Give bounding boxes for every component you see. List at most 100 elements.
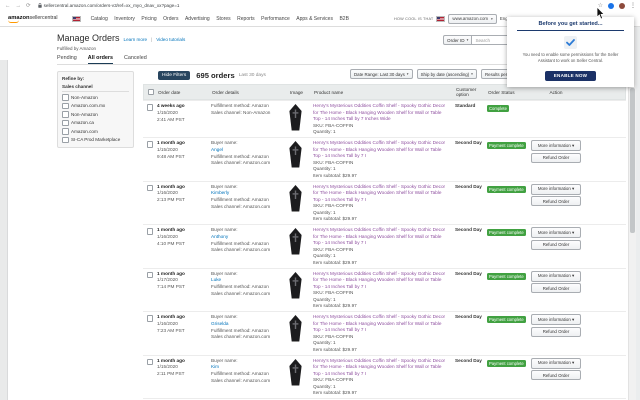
product-image-coffin[interactable] xyxy=(289,141,302,168)
forward-icon[interactable]: → xyxy=(16,3,22,9)
checkbox[interactable] xyxy=(62,94,69,101)
more-information-button[interactable]: More information ▾ xyxy=(531,358,581,369)
buyer-name-link[interactable]: Angel xyxy=(211,147,285,154)
channel-option[interactable]: Non-Amazon xyxy=(62,111,129,118)
tab-pending[interactable]: Pending xyxy=(57,55,77,64)
buyer-name-link[interactable]: Kimberly xyxy=(211,190,285,197)
product-image-coffin[interactable] xyxy=(289,228,302,255)
checkbox[interactable] xyxy=(62,137,69,144)
table-row: 1 month ago 1/15/2020 9:48 AM PST Buyer … xyxy=(143,137,626,181)
amazon-seller-central-logo[interactable]: amazonsellercentral xyxy=(8,15,58,23)
tab-all-orders[interactable]: All orders xyxy=(88,55,113,64)
marketplace-switcher[interactable]: www.amazon.com ▾ xyxy=(448,14,496,24)
channel-option[interactable]: Non-Amazon xyxy=(62,94,129,101)
more-information-button[interactable]: More information ▾ xyxy=(531,227,581,238)
product-title-link[interactable]: Henry's Mysterious Oddities Coffin Shelf… xyxy=(313,103,449,123)
product-sku: SKU: FBA-COFFIN xyxy=(313,377,449,384)
refund-order-button[interactable]: Refund Order xyxy=(531,196,581,206)
reload-icon[interactable]: ⟳ xyxy=(26,3,31,9)
search-type-dropdown[interactable]: Order ID ▾ xyxy=(443,35,472,45)
sort-dropdown[interactable]: Ship by date (ascending)▾ xyxy=(417,69,477,79)
product-quantity: Quantity: 1 xyxy=(313,340,449,347)
more-information-button[interactable]: More information ▾ xyxy=(531,271,581,282)
refund-order-button[interactable]: Refund Order xyxy=(531,370,581,380)
product-image-coffin[interactable] xyxy=(289,359,302,386)
marketplace-flag-icon[interactable] xyxy=(72,16,81,22)
seller-assistant-popup: Before you get started... You need to en… xyxy=(507,17,634,87)
back-icon[interactable]: ← xyxy=(5,3,11,9)
enable-now-button[interactable]: ENABLE NOW xyxy=(545,71,596,81)
product-title-link[interactable]: Henry's Mysterious Oddities Coffin Shelf… xyxy=(313,184,449,204)
scrollbar-thumb[interactable] xyxy=(630,88,635,233)
channel-option[interactable]: Amazon.ca xyxy=(62,120,129,127)
more-information-button[interactable]: More information ▾ xyxy=(531,314,581,325)
more-information-button[interactable]: More information ▾ xyxy=(531,140,581,151)
video-tutorials-link[interactable]: Video tutorials xyxy=(156,37,185,42)
profile-avatar[interactable] xyxy=(619,3,625,9)
refund-order-button[interactable]: Refund Order xyxy=(531,153,581,163)
order-date: 1/16/2020 xyxy=(157,321,211,328)
row-checkbox[interactable] xyxy=(147,185,154,192)
order-date: 1/15/2020 xyxy=(157,364,211,371)
nav-performance[interactable]: Performance xyxy=(261,16,290,22)
product-title-link[interactable]: Henry's Mysterious Oddities Coffin Shelf… xyxy=(313,271,449,291)
buyer-name-link[interactable]: Griselda xyxy=(211,321,285,328)
row-checkbox[interactable] xyxy=(147,315,154,322)
browser-menu-icon[interactable]: ⋮ xyxy=(630,2,636,9)
order-date: 1/15/2020 xyxy=(157,147,211,154)
nav-b2b[interactable]: B2B xyxy=(339,16,348,22)
checkbox[interactable] xyxy=(62,111,69,118)
refund-order-button[interactable]: Refund Order xyxy=(531,240,581,250)
row-checkbox[interactable] xyxy=(147,104,154,111)
tab-canceled[interactable]: Canceled xyxy=(124,55,147,64)
nav-apps-services[interactable]: Apps & Services xyxy=(296,16,333,22)
product-image-coffin[interactable] xyxy=(289,315,302,342)
product-image-coffin[interactable] xyxy=(289,185,302,212)
checkbox[interactable] xyxy=(62,103,69,110)
buyer-name-link[interactable]: Anthony xyxy=(211,234,285,241)
nav-reports[interactable]: Reports xyxy=(237,16,255,22)
more-information-button[interactable]: More information ▾ xyxy=(531,184,581,195)
checkbox[interactable] xyxy=(62,128,69,135)
checkbox[interactable] xyxy=(62,120,69,127)
channel-option[interactable]: Amazon.com xyxy=(62,128,129,135)
channel-option[interactable]: SI-CA Prod Marketplace xyxy=(62,137,129,144)
row-checkbox[interactable] xyxy=(147,359,154,366)
channel-option[interactable]: Amazon.com.mx xyxy=(62,103,129,110)
row-checkbox[interactable] xyxy=(147,141,154,148)
order-time: 2:11 PM PST xyxy=(157,371,211,378)
product-quantity: Quantity: 1 xyxy=(313,129,449,136)
row-checkbox[interactable] xyxy=(147,272,154,279)
date-range-dropdown[interactable]: Date Range: Last 30 days▾ xyxy=(350,69,413,79)
product-title-link[interactable]: Henry's Mysterious Oddities Coffin Shelf… xyxy=(313,227,449,247)
nav-catalog[interactable]: Catalog xyxy=(91,16,108,22)
hide-filters-button[interactable]: Hide Filters xyxy=(158,71,190,80)
customer-option: Second Day xyxy=(455,227,487,268)
buyer-name-link[interactable]: Luke xyxy=(211,277,285,284)
page-left-gutter xyxy=(0,60,8,400)
product-image-coffin[interactable] xyxy=(289,104,302,131)
buyer-name-link[interactable]: Kim xyxy=(211,364,285,371)
row-checkbox[interactable] xyxy=(147,228,154,235)
chevron-down-icon: ▾ xyxy=(491,17,493,21)
fulfillment-method: Fulfillment method: Amazon xyxy=(211,328,285,335)
nav-stores[interactable]: Stores xyxy=(216,16,230,22)
learn-more-link[interactable]: Learn more xyxy=(124,37,148,42)
product-title-link[interactable]: Henry's Mysterious Oddities Coffin Shelf… xyxy=(313,358,449,378)
nav-orders[interactable]: Orders xyxy=(163,16,178,22)
refund-order-button[interactable]: Refund Order xyxy=(531,283,581,293)
select-all-checkbox[interactable] xyxy=(148,89,155,96)
nav-pricing[interactable]: Pricing xyxy=(141,16,156,22)
nav-advertising[interactable]: Advertising xyxy=(185,16,210,22)
product-title-link[interactable]: Henry's Mysterious Oddities Coffin Shelf… xyxy=(313,314,449,334)
refund-order-button[interactable]: Refund Order xyxy=(531,327,581,337)
product-title-link[interactable]: Henry's Mysterious Oddities Coffin Shelf… xyxy=(313,140,449,160)
nav-inventory[interactable]: Inventory xyxy=(114,16,135,22)
address-bar[interactable]: sellercentral.amazon.com/orders-v3/ref=x… xyxy=(38,3,180,8)
extension-icon[interactable] xyxy=(608,3,614,9)
item-subtotal: Item subtotal: $29.97 xyxy=(313,303,449,310)
lock-icon xyxy=(38,3,42,8)
fulfilled-by-label: Fulfilled by Amazon xyxy=(57,46,185,51)
product-image-coffin[interactable] xyxy=(289,272,302,299)
table-row: 1 month ago 1/16/2020 4:10 PM PST Buyer … xyxy=(143,224,626,268)
